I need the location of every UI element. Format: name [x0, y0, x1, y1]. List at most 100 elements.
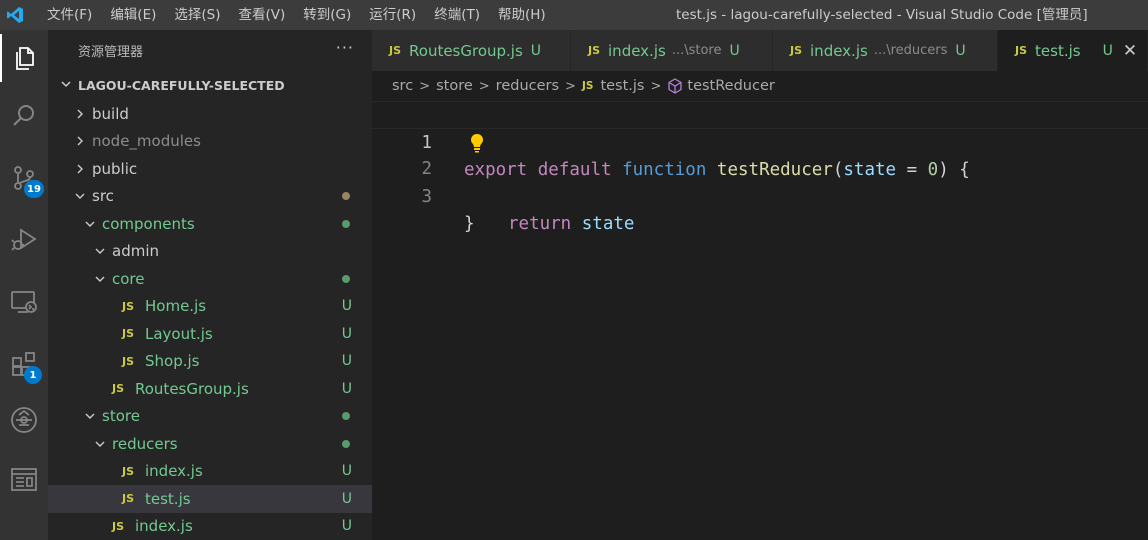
- breadcrumb-src[interactable]: src: [392, 78, 413, 94]
- code-line[interactable]: 2 return state: [372, 129, 1148, 234]
- chevron-down-icon: [92, 245, 108, 257]
- menu-run[interactable]: 运行(R): [360, 0, 425, 30]
- code-line[interactable]: 1 export default function testReducer(st…: [372, 101, 1148, 180]
- close-icon[interactable]: ✕: [1123, 41, 1137, 61]
- tree-item-label: node_modules: [92, 132, 201, 151]
- js-file-icon: JS: [122, 464, 135, 478]
- tree-item-label: reducers: [112, 434, 178, 453]
- breadcrumb-symbol[interactable]: testReducer: [687, 78, 774, 94]
- tree-item-label: index.js: [145, 462, 203, 481]
- chevron-right-icon: >: [565, 78, 576, 94]
- menu-go[interactable]: 转到(G): [294, 0, 360, 30]
- tree-item-label: index.js: [135, 517, 193, 536]
- folder-tree-item[interactable]: components: [48, 210, 372, 238]
- menu-terminal[interactable]: 终端(T): [425, 0, 489, 30]
- modified-dot-icon: [342, 192, 350, 201]
- js-file-icon: JS: [112, 382, 125, 396]
- code-editor[interactable]: 1 export default function testReducer(st…: [372, 101, 1148, 540]
- project-name: LAGOU-CAREFULLY-SELECTED: [78, 77, 285, 93]
- folder-tree-item[interactable]: store: [48, 403, 372, 431]
- file-tree-item[interactable]: JS test.js U: [48, 485, 372, 513]
- vscode-logo-icon: [0, 0, 30, 30]
- chevron-right-icon: >: [419, 78, 431, 94]
- menu-file[interactable]: 文件(F): [38, 0, 101, 30]
- chevron-down-icon: [92, 438, 108, 450]
- file-tree-item[interactable]: JS Shop.js U: [48, 348, 372, 376]
- git-status-badge: U: [341, 353, 352, 370]
- chevron-right-icon: >: [650, 78, 662, 94]
- explorer-sidebar: 资源管理器 ··· LAGOU-CAREFULLY-SELECTED build…: [48, 30, 372, 540]
- source-control-icon[interactable]: 19: [0, 154, 48, 202]
- title-bar: 文件(F) 编辑(E) 选择(S) 查看(V) 转到(G) 运行(R) 终端(T…: [0, 0, 1148, 30]
- js-file-icon: JS: [1015, 44, 1028, 57]
- token-variable: state: [581, 214, 635, 234]
- folder-tree-item[interactable]: admin: [48, 238, 372, 266]
- js-file-icon: JS: [122, 354, 135, 368]
- git-status-badge: U: [341, 518, 352, 535]
- chevron-down-icon: [92, 273, 108, 285]
- folder-tree-item[interactable]: reducers: [48, 430, 372, 458]
- tab-label: test.js: [1035, 41, 1081, 60]
- tab-status: U: [729, 42, 740, 59]
- extensions-badge: 1: [24, 366, 42, 384]
- file-tree-item[interactable]: JS Home.js U: [48, 293, 372, 321]
- search-icon[interactable]: [0, 92, 48, 140]
- modified-dot-icon: [342, 274, 350, 283]
- tab-label: RoutesGroup.js: [409, 41, 523, 60]
- file-tree-item[interactable]: JS index.js U: [48, 458, 372, 486]
- git-status-badge: U: [341, 490, 352, 507]
- menu-edit[interactable]: 编辑(E): [101, 0, 165, 30]
- breadcrumb-store[interactable]: store: [436, 78, 473, 94]
- token-punctuation: }: [464, 214, 475, 234]
- js-file-icon: JS: [122, 492, 135, 506]
- folder-tree-item[interactable]: build: [48, 100, 372, 128]
- sidebar-title: 资源管理器: [78, 44, 144, 60]
- window-title: test.js - lagou-carefully-selected - Vis…: [676, 7, 1088, 23]
- file-tree-item[interactable]: JS index.js U: [48, 513, 372, 540]
- js-file-icon: JS: [112, 519, 125, 533]
- folder-tree-item[interactable]: core: [48, 265, 372, 293]
- gitlens-icon[interactable]: [0, 396, 48, 444]
- remote-explorer-icon[interactable]: [0, 278, 48, 326]
- more-actions-icon[interactable]: ···: [336, 38, 354, 57]
- breadcrumb-file[interactable]: test.js: [600, 78, 644, 94]
- tree-item-label: test.js: [145, 489, 191, 508]
- tab-store-index[interactable]: JS index.js ...\store U: [571, 30, 773, 71]
- tab-reducers-index[interactable]: JS index.js ...\reducers U: [773, 30, 998, 71]
- tab-routesgroup[interactable]: JS RoutesGroup.js U: [372, 30, 571, 71]
- tree-item-label: RoutesGroup.js: [135, 379, 249, 398]
- js-file-icon: JS: [581, 80, 594, 92]
- breadcrumb: src > store > reducers > JS test.js > te…: [372, 71, 1148, 101]
- project-section-header[interactable]: LAGOU-CAREFULLY-SELECTED: [48, 70, 372, 100]
- tab-test-js[interactable]: JS test.js U ✕: [998, 30, 1148, 71]
- git-status-badge: U: [341, 380, 352, 397]
- source-control-badge: 19: [24, 180, 44, 198]
- line-number: 3: [421, 186, 432, 207]
- menu-selection[interactable]: 选择(S): [165, 0, 229, 30]
- editor-tabs: JS RoutesGroup.js U JS index.js ...\stor…: [372, 30, 1148, 71]
- breadcrumb-reducers[interactable]: reducers: [496, 78, 559, 94]
- menu-help[interactable]: 帮助(H): [489, 0, 555, 30]
- folder-tree-item[interactable]: node_modules: [48, 128, 372, 156]
- tree-item-label: components: [102, 214, 195, 233]
- folder-tree-item[interactable]: public: [48, 155, 372, 183]
- run-debug-icon[interactable]: [0, 216, 48, 264]
- modified-dot-icon: [342, 219, 350, 228]
- folder-tree-item[interactable]: src: [48, 183, 372, 211]
- tree-item-label: admin: [112, 242, 159, 261]
- explorer-icon[interactable]: [0, 34, 48, 82]
- tree-item-label: Home.js: [145, 297, 207, 316]
- code-line[interactable]: 3 }: [372, 156, 1148, 235]
- chevron-right-icon: [72, 108, 88, 120]
- file-tree-item[interactable]: JS RoutesGroup.js U: [48, 375, 372, 403]
- sidebar-header: 资源管理器 ···: [48, 30, 372, 70]
- chevron-down-icon: [82, 410, 98, 422]
- file-tree-item[interactable]: JS Layout.js U: [48, 320, 372, 348]
- js-file-icon: JS: [790, 44, 803, 57]
- tab-status: U: [955, 42, 966, 59]
- code-text: return state: [508, 211, 634, 239]
- tree-item-label: src: [92, 187, 114, 206]
- extensions-icon[interactable]: 1: [0, 340, 48, 388]
- menu-view[interactable]: 查看(V): [230, 0, 295, 30]
- browser-preview-icon[interactable]: [0, 456, 48, 504]
